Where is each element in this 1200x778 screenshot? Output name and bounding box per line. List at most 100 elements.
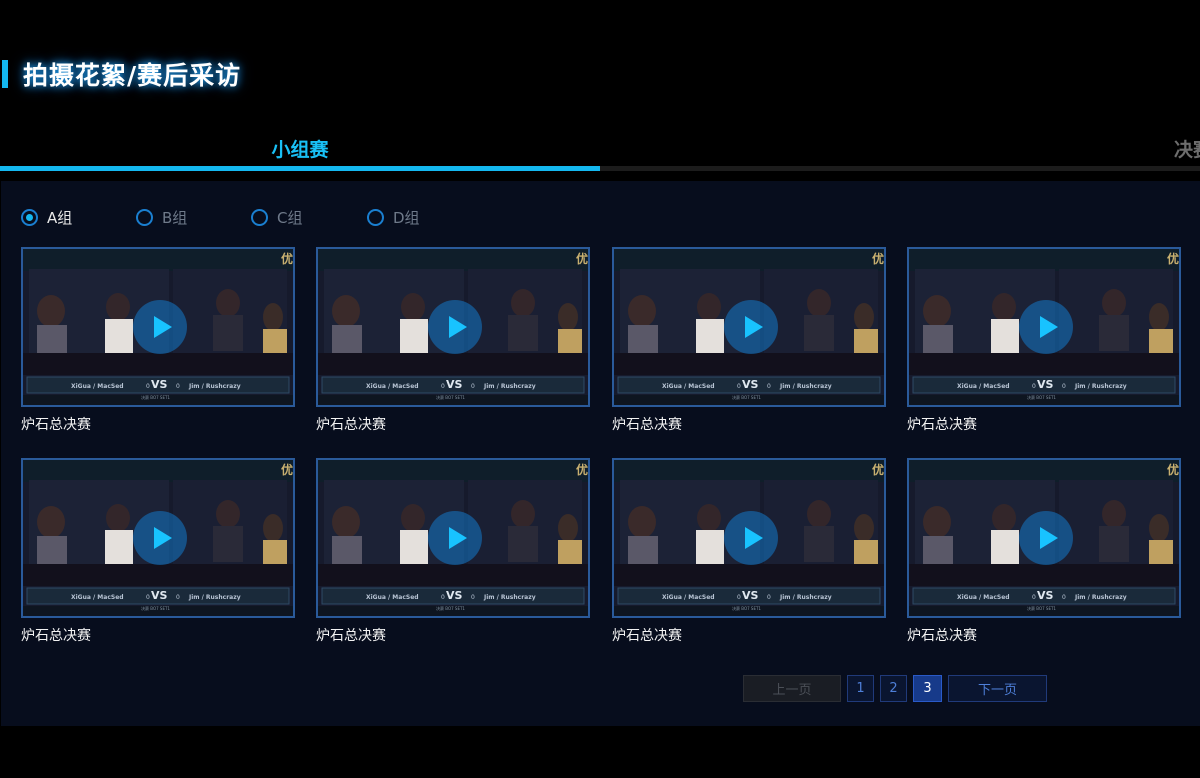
video-title[interactable]: 炉石总决赛	[316, 627, 590, 645]
play-icon[interactable]	[1019, 300, 1073, 354]
score-right: 0	[176, 383, 180, 390]
team-left-name: XiGua / MacSed	[957, 594, 1010, 601]
page-title: 拍摄花絮/赛后采访	[23, 61, 242, 90]
page-button-2[interactable]: 2	[880, 675, 907, 702]
score-left: 0	[441, 594, 445, 601]
svg-text:优: 优	[1167, 251, 1179, 266]
video-card[interactable]: 优 XiGua / MacSed 0 VS 0 Jim / Rushcrazy 决赛 BO7…	[316, 458, 590, 645]
video-title[interactable]: 炉石总决赛	[21, 627, 295, 645]
video-thumbnail[interactable]: 优 XiGua / MacSed 0 VS 0 Jim / Rushcrazy 决赛 BO7…	[612, 458, 886, 618]
play-icon[interactable]	[133, 511, 187, 565]
play-icon[interactable]	[1019, 511, 1073, 565]
video-title[interactable]: 炉石总决赛	[316, 416, 590, 434]
tab-label: 决赛	[1173, 138, 1200, 161]
vs-label: VS	[151, 589, 168, 602]
svg-text:优: 优	[281, 462, 293, 477]
score-left: 0	[737, 383, 741, 390]
score-left: 0	[441, 383, 445, 390]
tab-bar: 小组赛 决赛	[0, 124, 1200, 172]
radio-group-d[interactable]: D组	[367, 206, 420, 228]
team-right-name: Jim / Rushcrazy	[189, 383, 241, 390]
vs-label: VS	[446, 589, 463, 602]
video-thumbnail[interactable]: 优 XiGua / MacSed 0 VS 0 Jim / Rushcrazy 决赛 BO7…	[21, 247, 295, 407]
video-title[interactable]: 炉石总决赛	[907, 627, 1181, 645]
video-card[interactable]: 优 XiGua / MacSed 0 VS 0 Jim / Rushcrazy 决赛 BO7…	[21, 247, 295, 434]
radio-group-c[interactable]: C组	[251, 206, 302, 228]
svg-text:优: 优	[576, 462, 588, 477]
stage-label: 决赛 BO7 SET1	[141, 395, 170, 400]
team-left-name: XiGua / MacSed	[71, 594, 124, 601]
score-right: 0	[1062, 383, 1066, 390]
score-right: 0	[767, 383, 771, 390]
title-accent-bar	[2, 60, 8, 88]
stage-label: 决赛 BO7 SET1	[141, 606, 170, 611]
video-thumbnail[interactable]: 优 XiGua / MacSed 0 VS 0 Jim / Rushcrazy 决赛 BO7…	[316, 247, 590, 407]
stage-label: 决赛 BO7 SET1	[1027, 395, 1056, 400]
tab-group-stage[interactable]: 小组赛	[0, 124, 600, 172]
score-left: 0	[146, 594, 150, 601]
stage-label: 决赛 BO7 SET1	[732, 606, 761, 611]
video-thumbnail[interactable]: 优 XiGua / MacSed 0 VS 0 Jim / Rushcrazy 决赛 BO7…	[907, 458, 1181, 618]
video-title[interactable]: 炉石总决赛	[612, 627, 886, 645]
radio-group-a[interactable]: A组	[21, 206, 72, 228]
page-button-3[interactable]: 3	[913, 675, 942, 702]
score-left: 0	[1032, 383, 1036, 390]
radio-label: B组	[162, 208, 188, 227]
radio-group-b[interactable]: B组	[136, 206, 187, 228]
play-icon[interactable]	[724, 300, 778, 354]
prev-page-button[interactable]: 上一页	[743, 675, 841, 702]
team-right-name: Jim / Rushcrazy	[189, 594, 241, 601]
score-left: 0	[1032, 594, 1036, 601]
score-right: 0	[767, 594, 771, 601]
radio-label: A组	[47, 208, 73, 227]
video-thumbnail[interactable]: 优 XiGua / MacSed 0 VS 0 Jim / Rushcrazy 决赛 BO7…	[21, 458, 295, 618]
tab-track	[600, 166, 1200, 171]
tab-active-indicator	[0, 166, 600, 171]
stage-label: 决赛 BO7 SET1	[1027, 606, 1056, 611]
vs-label: VS	[1037, 589, 1054, 602]
video-thumbnail[interactable]: 优 XiGua / MacSed 0 VS 0 Jim / Rushcrazy 决赛 BO7…	[316, 458, 590, 618]
team-left-name: XiGua / MacSed	[366, 594, 419, 601]
video-card[interactable]: 优 XiGua / MacSed 0 VS 0 Jim / Rushcrazy 决赛 BO7…	[907, 458, 1181, 645]
play-icon[interactable]	[724, 511, 778, 565]
play-icon[interactable]	[428, 300, 482, 354]
stage-label: 决赛 BO7 SET1	[436, 606, 465, 611]
video-thumbnail[interactable]: 优 XiGua / MacSed 0 VS 0 Jim / Rushcrazy 决赛 BO7…	[612, 247, 886, 407]
video-card[interactable]: 优 XiGua / MacSed 0 VS 0 Jim / Rushcrazy 决赛 BO7…	[612, 247, 886, 434]
radio-label: C组	[277, 208, 303, 227]
team-right-name: Jim / Rushcrazy	[1075, 594, 1127, 601]
svg-text:优: 优	[576, 251, 588, 266]
team-left-name: XiGua / MacSed	[957, 383, 1010, 390]
vs-label: VS	[151, 378, 168, 391]
video-card[interactable]: 优 XiGua / MacSed 0 VS 0 Jim / Rushcrazy 决赛 BO7…	[316, 247, 590, 434]
video-card[interactable]: 优 XiGua / MacSed 0 VS 0 Jim / Rushcrazy 决赛 BO7…	[21, 458, 295, 645]
page-button-1[interactable]: 1	[847, 675, 874, 702]
stage-label: 决赛 BO7 SET1	[732, 395, 761, 400]
score-right: 0	[1062, 594, 1066, 601]
vs-label: VS	[1037, 378, 1054, 391]
video-thumbnail[interactable]: 优 XiGua / MacSed 0 VS 0 Jim / Rushcrazy 决赛 BO7…	[907, 247, 1181, 407]
play-icon[interactable]	[428, 511, 482, 565]
video-title[interactable]: 炉石总决赛	[612, 416, 886, 434]
play-icon[interactable]	[133, 300, 187, 354]
svg-text:优: 优	[872, 462, 884, 477]
video-card[interactable]: 优 XiGua / MacSed 0 VS 0 Jim / Rushcrazy 决赛 BO7…	[907, 247, 1181, 434]
svg-text:优: 优	[872, 251, 884, 266]
tab-finals[interactable]: 决赛	[600, 124, 1200, 172]
video-title[interactable]: 炉石总决赛	[21, 416, 295, 434]
next-page-button[interactable]: 下一页	[948, 675, 1047, 702]
vs-label: VS	[446, 378, 463, 391]
video-card[interactable]: 优 XiGua / MacSed 0 VS 0 Jim / Rushcrazy 决赛 BO7…	[612, 458, 886, 645]
radio-icon	[251, 208, 268, 226]
team-left-name: XiGua / MacSed	[71, 383, 124, 390]
radio-selected-icon	[21, 208, 38, 226]
radio-label: D组	[393, 208, 420, 227]
radio-icon	[367, 208, 384, 226]
svg-text:优: 优	[1167, 462, 1179, 477]
tab-label: 小组赛	[271, 138, 329, 161]
stage-label: 决赛 BO7 SET1	[436, 395, 465, 400]
video-title[interactable]: 炉石总决赛	[907, 416, 1181, 434]
svg-text:优: 优	[281, 251, 293, 266]
score-left: 0	[737, 594, 741, 601]
score-right: 0	[471, 594, 475, 601]
